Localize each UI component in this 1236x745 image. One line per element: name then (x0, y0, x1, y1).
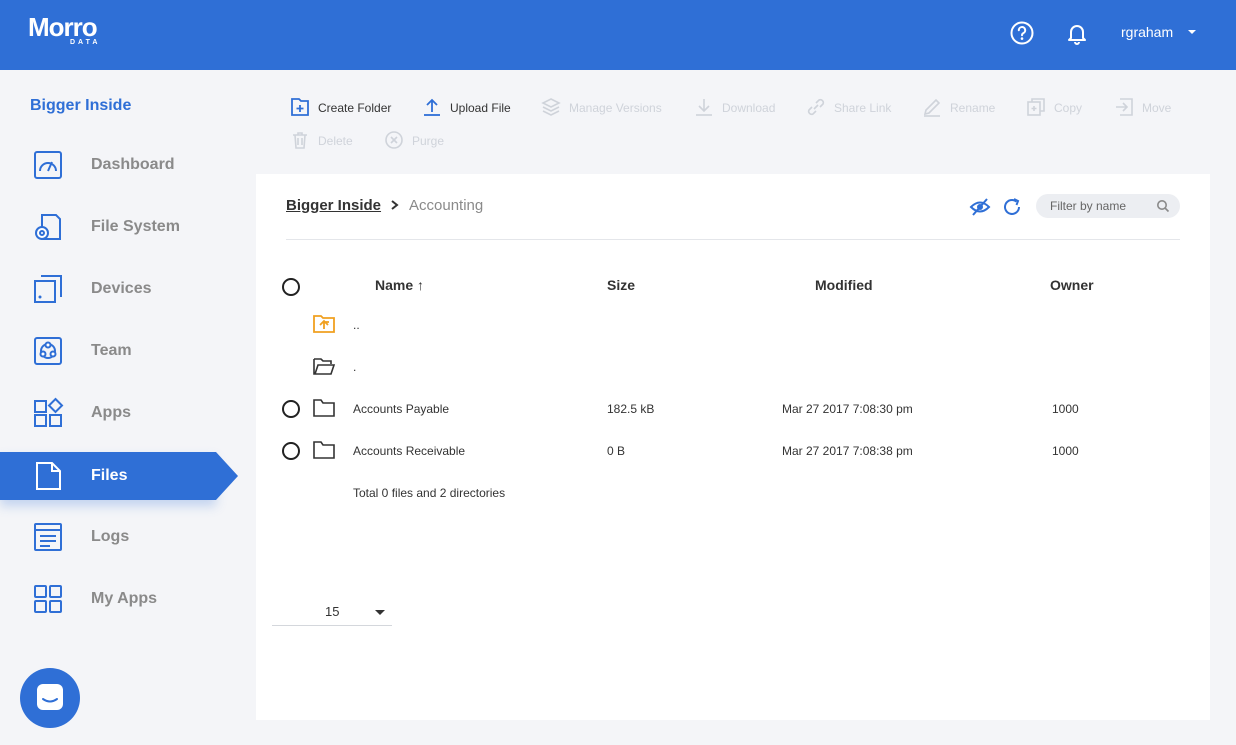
sidebar-item-files[interactable]: Files (0, 452, 238, 500)
chat-launcher-button[interactable] (20, 668, 80, 728)
sidebar-item-file-system[interactable]: File System (0, 203, 240, 251)
upload-file-label: Upload File (450, 101, 511, 115)
files-icon (36, 462, 61, 490)
row-select-radio[interactable] (282, 442, 300, 460)
apps-icon (34, 397, 64, 427)
page-size-value: 15 (325, 604, 340, 619)
org-title: Bigger Inside (30, 97, 132, 114)
row-size: 182.5 kB (607, 402, 655, 416)
morro-logo[interactable]: Morro DATA (28, 12, 128, 52)
download-label: Download (722, 101, 776, 115)
chevron-right-icon (391, 200, 399, 210)
sidebar: Bigger Inside Dashboard File System Devi… (0, 70, 240, 745)
filter-box (1036, 194, 1180, 218)
sidebar-item-apps[interactable]: Apps (0, 389, 240, 437)
purge-label: Purge (412, 134, 445, 148)
devices-icon (34, 275, 62, 303)
sidebar-item-team[interactable]: Team (0, 327, 240, 375)
create-folder-label: Create Folder (318, 101, 392, 115)
username[interactable]: rgraham (1121, 24, 1173, 40)
file-system-icon (35, 214, 61, 240)
logo-sub: DATA (70, 39, 101, 46)
sidebar-item-label: Team (91, 342, 132, 359)
table-summary: Total 0 files and 2 directories (353, 486, 506, 500)
breadcrumb-root[interactable]: Bigger Inside (286, 197, 381, 214)
sidebar-item-my-apps[interactable]: My Apps (0, 575, 240, 623)
logs-icon (34, 523, 62, 551)
sidebar-item-devices[interactable]: Devices (0, 265, 240, 313)
pencil-icon (923, 98, 941, 117)
delete-label: Delete (318, 134, 353, 148)
column-header-name[interactable]: Name ↑ (375, 277, 424, 293)
sidebar-item-label: My Apps (91, 590, 158, 607)
download-icon (696, 99, 712, 116)
header-divider (286, 239, 1180, 240)
column-header-owner[interactable]: Owner (1050, 277, 1094, 293)
folder-icon (313, 399, 335, 417)
eye-off-icon[interactable] (969, 196, 991, 218)
sidebar-item-label: Dashboard (91, 156, 175, 173)
row-modified: Mar 27 2017 7:08:30 pm (782, 402, 913, 416)
search-icon[interactable] (1156, 199, 1170, 213)
sidebar-item-label: Devices (91, 280, 152, 297)
filter-input[interactable] (1050, 198, 1160, 214)
sidebar-item-label: Apps (91, 404, 131, 421)
folder-up-icon (313, 315, 335, 333)
select-all-radio[interactable] (282, 278, 300, 296)
sidebar-item-dashboard[interactable]: Dashboard (0, 141, 240, 189)
refresh-icon[interactable] (1001, 196, 1023, 218)
row-size: 0 B (607, 444, 626, 458)
create-folder-icon (291, 98, 309, 116)
row-name[interactable]: Accounts Receivable (353, 444, 465, 458)
row-name: .. (353, 318, 360, 332)
row-owner: 1000 (1052, 402, 1079, 416)
rename-label: Rename (950, 101, 996, 115)
row-select-radio[interactable] (282, 400, 300, 418)
dashboard-icon (34, 151, 62, 179)
row-modified: Mar 27 2017 7:08:38 pm (782, 444, 913, 458)
help-circle-icon[interactable] (1009, 20, 1035, 46)
sidebar-item-label: File System (91, 218, 180, 235)
team-icon (34, 337, 62, 365)
move-label: Move (1142, 101, 1172, 115)
caret-down-icon (375, 610, 385, 615)
column-header-size[interactable]: Size (607, 277, 635, 293)
link-icon (807, 98, 825, 116)
bell-icon[interactable] (1064, 20, 1090, 46)
chat-icon (37, 684, 63, 710)
folder-open-icon (313, 358, 336, 375)
file-browser-panel: Bigger Inside Accounting Name ↑ Size Mod… (256, 174, 1210, 720)
manage-versions-label: Manage Versions (569, 101, 662, 115)
top-bar: Morro DATA rgraham (0, 0, 1236, 70)
layers-icon (541, 98, 561, 116)
my-apps-icon (34, 585, 62, 613)
share-link-label: Share Link (834, 101, 892, 115)
sidebar-item-label: Files (91, 467, 128, 484)
copy-icon (1027, 98, 1045, 116)
move-icon (1116, 98, 1133, 116)
column-header-modified[interactable]: Modified (815, 277, 873, 293)
row-name: . (353, 360, 357, 374)
chevron-down-icon[interactable] (1186, 24, 1198, 40)
upload-icon (424, 98, 440, 116)
sidebar-item-label: Logs (91, 528, 130, 545)
row-owner: 1000 (1052, 444, 1079, 458)
close-circle-icon (385, 131, 403, 149)
copy-label: Copy (1054, 101, 1083, 115)
trash-icon (293, 132, 307, 149)
page-size-select[interactable]: 15 (272, 594, 392, 626)
folder-icon (313, 441, 335, 459)
sidebar-item-logs[interactable]: Logs (0, 513, 240, 561)
breadcrumb-current: Accounting (409, 197, 484, 214)
row-name[interactable]: Accounts Payable (353, 402, 449, 416)
